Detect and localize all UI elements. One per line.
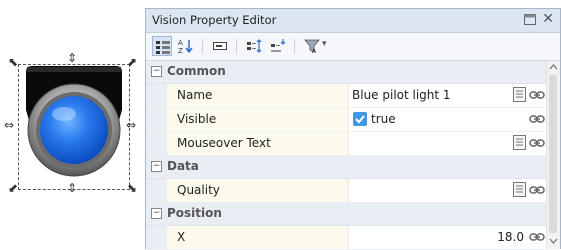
close-icon[interactable]: ✕	[542, 11, 554, 27]
property-name: Mouseover Text	[177, 136, 271, 150]
chevron-down-icon[interactable]: ▾	[322, 39, 327, 49]
resize-handle-nw-icon[interactable]: ⬉	[8, 56, 18, 68]
property-row-visible[interactable]: Visible true	[146, 108, 548, 132]
resize-handle-sw-icon[interactable]: ⬋	[8, 182, 18, 194]
panel-titlebar[interactable]: Vision Property Editor ✕	[146, 9, 560, 33]
property-value-field[interactable]: Blue pilot light 1	[349, 84, 548, 107]
property-row-quality[interactable]: Quality	[146, 179, 548, 203]
category-label: Common	[167, 64, 226, 78]
property-value: Blue pilot light 1	[352, 88, 451, 102]
scroll-down-icon[interactable]	[549, 237, 558, 245]
document-icon[interactable]	[513, 87, 526, 102]
toolbar-separator	[236, 39, 237, 54]
svg-text:A: A	[178, 39, 183, 47]
property-value: true	[371, 112, 396, 126]
category-label: Position	[167, 206, 222, 220]
property-value-field[interactable]: true	[349, 108, 548, 131]
sort-alphabetical-icon: A Z	[178, 39, 193, 54]
svg-text:Z: Z	[178, 47, 183, 54]
categorized-view-button[interactable]	[152, 36, 172, 56]
expand-all-button[interactable]	[244, 36, 264, 56]
scroll-up-icon[interactable]	[549, 63, 558, 71]
filter-button[interactable]: A ▾	[302, 36, 332, 56]
category-position[interactable]: − Position	[146, 203, 548, 226]
resize-handle-ne-icon[interactable]: ⬈	[127, 56, 137, 68]
property-row-mouseover-text[interactable]: Mouseover Text	[146, 132, 548, 156]
toolbar: A Z A ▾	[146, 33, 560, 61]
property-row-name[interactable]: Name Blue pilot light 1	[146, 84, 548, 108]
binding-link-icon[interactable]	[529, 113, 545, 125]
binding-link-icon[interactable]	[529, 89, 545, 101]
collapse-all-button[interactable]	[268, 36, 288, 56]
checkmark-icon	[355, 115, 365, 124]
property-value-field[interactable]	[349, 179, 548, 202]
lens	[40, 96, 108, 164]
category-common[interactable]: − Common	[146, 61, 548, 84]
property-name: X	[177, 230, 186, 244]
binding-link-icon[interactable]	[529, 137, 545, 149]
toolbar-separator	[294, 39, 295, 54]
document-icon[interactable]	[513, 135, 526, 150]
vision-property-editor: Vision Property Editor ✕ A Z A ▾ − Commo…	[145, 8, 561, 250]
text-field-button[interactable]	[210, 36, 230, 56]
text-field-icon	[213, 42, 227, 50]
move-handle-e-icon[interactable]: ⇔	[126, 119, 136, 131]
property-value-field[interactable]: 18.0	[349, 226, 548, 249]
designer-canvas[interactable]: ⬉ ⇕ ⬈ ⇔ ⇔ ⬋ ⇕ ⬊	[0, 0, 148, 249]
visible-checkbox[interactable]	[353, 112, 367, 126]
move-handle-s-icon[interactable]: ⇕	[67, 182, 77, 194]
move-handle-n-icon[interactable]: ⇕	[67, 52, 77, 64]
vertical-scrollbar[interactable]	[546, 61, 560, 249]
toolbar-separator	[202, 39, 203, 54]
collapse-toggle-icon[interactable]: −	[151, 66, 162, 77]
pilot-light-component[interactable]	[14, 62, 134, 190]
collapse-all-icon	[271, 39, 286, 52]
property-value-field[interactable]	[349, 132, 548, 155]
categorized-view-icon	[156, 41, 170, 54]
property-name: Visible	[177, 112, 217, 126]
panel-title: Vision Property Editor	[152, 13, 277, 27]
collapse-toggle-icon[interactable]: −	[151, 208, 162, 219]
property-grid: − Common Name Blue pilot light 1 Visible…	[146, 61, 548, 250]
property-value: 18.0	[497, 230, 524, 244]
category-label: Data	[167, 159, 199, 173]
property-name: Quality	[177, 183, 220, 197]
expand-all-icon	[247, 39, 262, 53]
filter-icon: A	[304, 39, 320, 54]
category-data[interactable]: − Data	[146, 156, 548, 179]
scrollbar-thumb[interactable]	[549, 75, 557, 233]
binding-link-icon[interactable]	[529, 231, 545, 243]
property-name: Name	[177, 88, 213, 102]
property-row-x[interactable]: X 18.0	[146, 226, 548, 250]
collapse-toggle-icon[interactable]: −	[151, 161, 162, 172]
binding-link-icon[interactable]	[529, 184, 545, 196]
sort-alphabetical-button[interactable]: A Z	[176, 36, 196, 56]
svg-text:A: A	[312, 48, 317, 54]
restore-icon[interactable]	[524, 14, 536, 25]
resize-handle-se-icon[interactable]: ⬊	[127, 182, 137, 194]
move-handle-w-icon[interactable]: ⇔	[4, 119, 14, 131]
document-icon[interactable]	[513, 182, 526, 197]
